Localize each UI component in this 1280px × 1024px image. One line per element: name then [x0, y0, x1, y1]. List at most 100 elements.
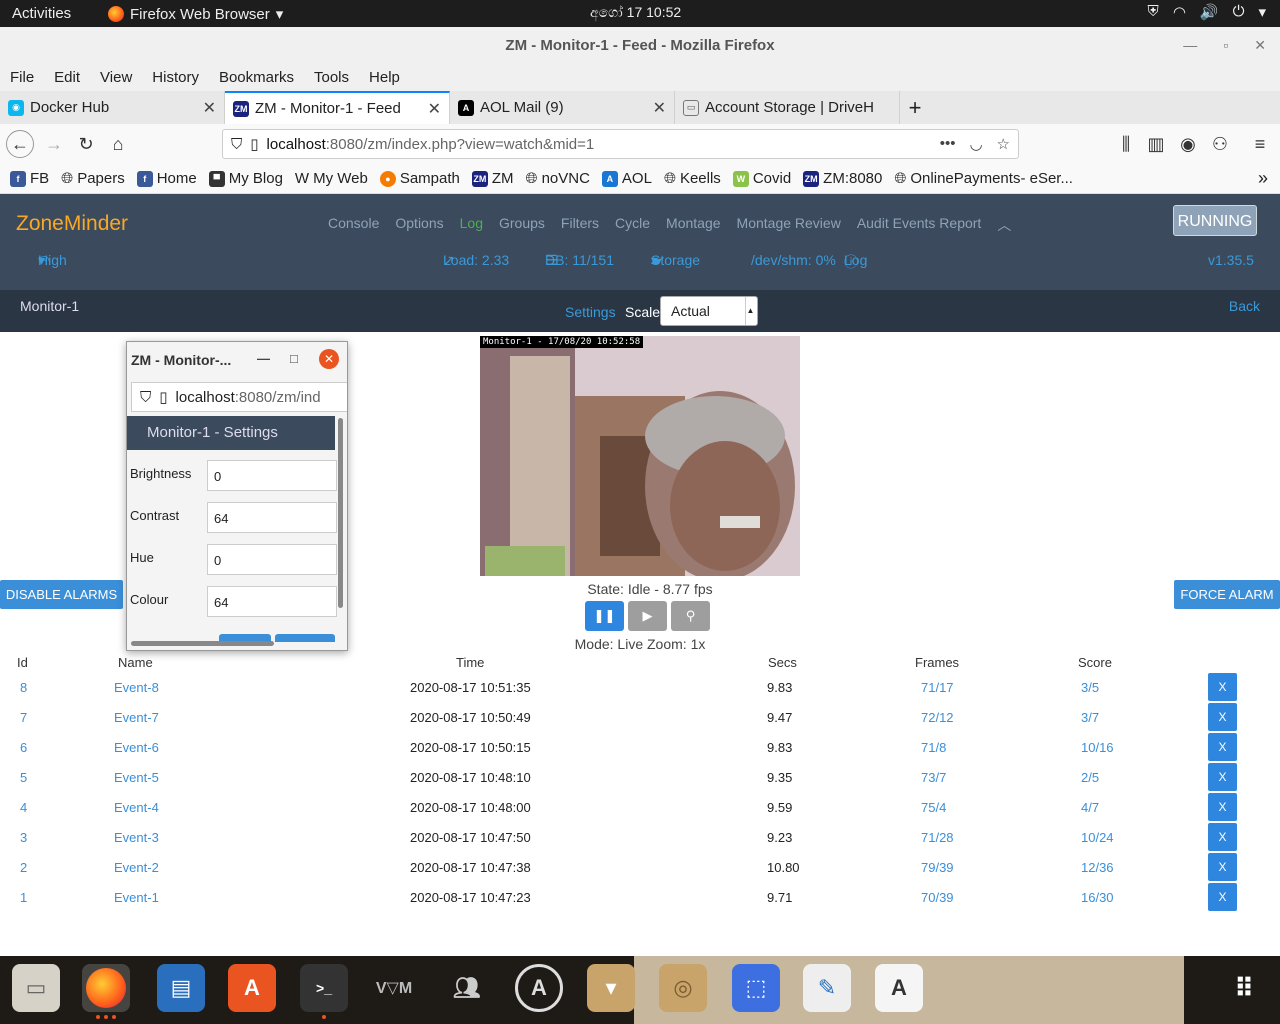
- close-tab-icon[interactable]: ✕: [653, 98, 666, 118]
- star-icon[interactable]: ☆: [997, 135, 1010, 153]
- tab-aol-mail[interactable]: A AOL Mail (9) ✕: [450, 91, 675, 124]
- cell-name[interactable]: Event-1: [114, 890, 159, 905]
- delete-event-button[interactable]: X: [1208, 763, 1237, 791]
- cell-name[interactable]: Event-2: [114, 860, 159, 875]
- minimize-icon[interactable]: —: [257, 351, 270, 366]
- users-icon[interactable]: 👥︎: [443, 964, 491, 1012]
- chevron-up-icon[interactable]: ︿: [997, 215, 1011, 235]
- cell-id[interactable]: 7: [20, 710, 27, 725]
- menu-history[interactable]: History: [142, 64, 209, 91]
- menu-view[interactable]: View: [90, 64, 142, 91]
- cell-frames[interactable]: 70/39: [921, 890, 954, 905]
- bookmark-covid[interactable]: W Covid: [732, 170, 791, 187]
- bookmark-aol[interactable]: A AOL: [601, 170, 652, 187]
- delete-event-button[interactable]: X: [1208, 673, 1237, 701]
- cell-name[interactable]: Event-7: [114, 710, 159, 725]
- cell-frames[interactable]: 71/28: [921, 830, 954, 845]
- nav-montage[interactable]: Montage: [666, 215, 720, 235]
- debian-package-icon[interactable]: ◎: [659, 964, 707, 1012]
- delete-event-button[interactable]: X: [1208, 823, 1237, 851]
- horizontal-scrollbar[interactable]: [131, 641, 274, 646]
- play-button[interactable]: ▶: [628, 601, 667, 631]
- cell-name[interactable]: Event-4: [114, 800, 159, 815]
- shield-icon[interactable]: ⛉: [231, 136, 242, 153]
- hamburger-menu-icon[interactable]: ≡: [1246, 130, 1274, 158]
- writer-icon[interactable]: ▤: [157, 964, 205, 1012]
- force-alarm-button[interactable]: FORCE ALARM: [1174, 580, 1280, 609]
- bandwidth-menu[interactable]: ◠ High ▾: [38, 252, 67, 269]
- nav-log[interactable]: Log: [460, 215, 483, 235]
- col-score[interactable]: Score: [1078, 655, 1112, 670]
- bookmark-keells[interactable]: 🌐︎ Keells: [664, 170, 721, 187]
- scale-select[interactable]: Actual ▲: [660, 296, 758, 326]
- cell-name[interactable]: Event-5: [114, 770, 159, 785]
- bookmark-papers[interactable]: 🌐︎ Papers: [61, 170, 125, 187]
- cell-frames[interactable]: 73/7: [921, 770, 946, 785]
- cell-name[interactable]: Event-8: [114, 680, 159, 695]
- col-id[interactable]: Id: [17, 655, 28, 670]
- bookmark-online-payments[interactable]: 🌐︎ OnlinePayments- eSer...: [894, 170, 1073, 187]
- screenshot-icon[interactable]: ⬚: [732, 964, 780, 1012]
- menu-tools[interactable]: Tools: [304, 64, 359, 91]
- col-time[interactable]: Time: [456, 655, 484, 670]
- terminal-icon[interactable]: >_: [300, 964, 348, 1019]
- vertical-scrollbar[interactable]: [338, 418, 343, 608]
- colour-input[interactable]: 64: [207, 586, 337, 617]
- col-secs[interactable]: Secs: [768, 655, 797, 670]
- nav-cycle[interactable]: Cycle: [615, 215, 650, 235]
- cell-score[interactable]: 10/24: [1081, 830, 1114, 845]
- cell-frames[interactable]: 72/12: [921, 710, 954, 725]
- tab-zm-monitor-feed[interactable]: ZM ZM - Monitor-1 - Feed ✕: [225, 91, 450, 124]
- cell-id[interactable]: 1: [20, 890, 27, 905]
- storage-menu[interactable]: ▰ Storage ▾: [651, 252, 700, 269]
- delete-event-button[interactable]: X: [1208, 853, 1237, 881]
- bookmark-zm[interactable]: ZM ZM: [471, 170, 514, 187]
- app-menu[interactable]: Firefox Web Browser ▾: [108, 5, 283, 23]
- url-bar[interactable]: ⛉ ▯ localhost:8080/zm/index.php?view=wat…: [222, 129, 1019, 159]
- cell-frames[interactable]: 71/8: [921, 740, 946, 755]
- popup-url-bar[interactable]: ⛉ ▯ localhost:8080/zm/ind: [131, 382, 347, 412]
- sidebar-icon[interactable]: ▥: [1142, 130, 1170, 158]
- cell-id[interactable]: 3: [20, 830, 27, 845]
- library-icon[interactable]: ⫼: [1112, 130, 1140, 158]
- col-frames[interactable]: Frames: [915, 655, 959, 670]
- nav-audit-events-report[interactable]: Audit Events Report: [857, 215, 982, 235]
- bookmark-home[interactable]: f Home: [136, 170, 197, 187]
- cell-id[interactable]: 6: [20, 740, 27, 755]
- delete-event-button[interactable]: X: [1208, 793, 1237, 821]
- close-tab-icon[interactable]: ✕: [428, 99, 441, 119]
- zoom-button[interactable]: ⚲: [671, 601, 710, 631]
- software-center-icon[interactable]: A: [228, 964, 276, 1012]
- cell-frames[interactable]: 79/39: [921, 860, 954, 875]
- extensions-icon[interactable]: ⚇: [1206, 130, 1234, 158]
- settings-link[interactable]: Settings: [565, 304, 616, 320]
- archive-download-icon[interactable]: ▾: [587, 964, 635, 1012]
- cell-name[interactable]: Event-3: [114, 830, 159, 845]
- font-viewer-icon[interactable]: A: [875, 964, 923, 1012]
- bookmark-my-blog[interactable]: ▀ My Blog: [208, 170, 283, 187]
- live-camera-feed[interactable]: Monitor-1 - 17/08/20 10:52:58: [480, 336, 800, 576]
- bookmark-novnc[interactable]: 🌐︎ noVNC: [526, 170, 590, 187]
- contrast-input[interactable]: 64: [207, 502, 337, 533]
- hue-input[interactable]: 0: [207, 544, 337, 575]
- menu-file[interactable]: File: [0, 64, 44, 91]
- cell-score[interactable]: 4/7: [1081, 800, 1099, 815]
- activities-button[interactable]: Activities: [12, 5, 71, 22]
- version-label[interactable]: v1.35.5: [1208, 252, 1254, 268]
- bookmark-fb[interactable]: f FB: [10, 170, 49, 187]
- bookmark-sampath[interactable]: ● Sampath: [379, 170, 460, 187]
- text-editor-icon[interactable]: ✎: [803, 964, 851, 1012]
- home-icon[interactable]: ⌂: [104, 130, 132, 158]
- pocket-icon[interactable]: ◡: [969, 135, 982, 153]
- col-name[interactable]: Name: [118, 655, 153, 670]
- nav-groups[interactable]: Groups: [499, 215, 545, 235]
- delete-event-button[interactable]: X: [1208, 733, 1237, 761]
- updater-icon[interactable]: A: [515, 964, 563, 1012]
- cell-score[interactable]: 3/7: [1081, 710, 1099, 725]
- back-link[interactable]: Back: [1229, 298, 1260, 314]
- menu-bookmarks[interactable]: Bookmarks: [209, 64, 304, 91]
- nav-montage-review[interactable]: Montage Review: [737, 215, 841, 235]
- zm-brand[interactable]: ZoneMinder: [16, 212, 128, 236]
- minimize-icon[interactable]: —: [1183, 27, 1197, 64]
- close-tab-icon[interactable]: ✕: [203, 98, 216, 118]
